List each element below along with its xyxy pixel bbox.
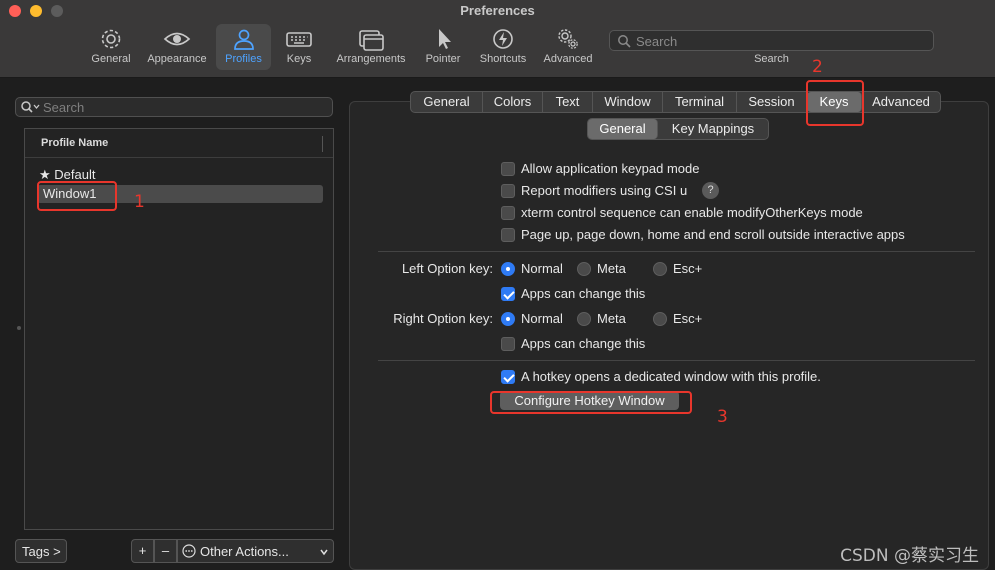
tab-terminal[interactable]: Terminal bbox=[663, 92, 737, 112]
toolbar-appearance[interactable]: Appearance bbox=[143, 24, 211, 70]
cursor-icon bbox=[421, 26, 465, 52]
left-option-esc-radio[interactable] bbox=[653, 262, 667, 276]
keyboard-icon bbox=[280, 26, 318, 52]
annotation-box-2 bbox=[806, 80, 864, 126]
other-actions-label: Other Actions... bbox=[200, 544, 289, 559]
toolbar-keys[interactable]: Keys bbox=[280, 24, 318, 70]
separator bbox=[378, 251, 975, 252]
add-profile-button[interactable]: + bbox=[131, 539, 154, 563]
profile-name-column: Profile Name bbox=[41, 137, 109, 149]
annotation-number-1: 1 bbox=[134, 192, 145, 212]
profile-list-header[interactable]: Profile Name bbox=[25, 129, 333, 158]
right-option-meta-label: Meta bbox=[597, 311, 626, 326]
left-option-normal-radio[interactable] bbox=[501, 262, 515, 276]
left-option-key-label: Left Option key: bbox=[401, 261, 493, 276]
ellipsis-circle-icon bbox=[182, 544, 196, 561]
toolbar-pointer-label: Pointer bbox=[425, 53, 461, 65]
right-option-normal-radio[interactable] bbox=[501, 312, 515, 326]
split-handle[interactable] bbox=[17, 326, 21, 330]
other-actions-popup[interactable]: Other Actions... bbox=[177, 539, 334, 563]
tab-advanced[interactable]: Advanced bbox=[862, 92, 940, 112]
remove-profile-button[interactable]: – bbox=[154, 539, 177, 563]
toolbar-general-label: General bbox=[91, 53, 131, 65]
separator bbox=[378, 360, 975, 361]
toolbar-arrangements-label: Arrangements bbox=[336, 53, 406, 65]
toolbar-arrangements[interactable]: Arrangements bbox=[332, 24, 410, 70]
annotation-number-2: 2 bbox=[812, 57, 823, 77]
search-icon bbox=[20, 100, 40, 117]
right-option-meta-radio[interactable] bbox=[577, 312, 591, 326]
toolbar-advanced-label: Advanced bbox=[543, 53, 593, 65]
keys-subtabs: General Key Mappings bbox=[587, 118, 769, 140]
toolbar-profiles[interactable]: Profiles bbox=[216, 24, 271, 70]
help-icon[interactable]: ? bbox=[702, 182, 719, 199]
toolbar-appearance-label: Appearance bbox=[147, 53, 207, 65]
toolbar-search-field[interactable]: Search bbox=[609, 30, 934, 51]
toolbar-general[interactable]: General bbox=[88, 24, 134, 70]
toolbar-pointer[interactable]: Pointer bbox=[421, 24, 465, 70]
tags-button[interactable]: Tags > bbox=[15, 539, 67, 563]
keypad-mode-checkbox[interactable] bbox=[501, 162, 515, 176]
chevron-down-icon bbox=[319, 545, 329, 560]
profile-search-field[interactable]: Search bbox=[15, 97, 333, 117]
toolbar-advanced[interactable]: Advanced bbox=[540, 24, 596, 70]
gear-icon bbox=[88, 26, 134, 52]
subtab-general[interactable]: General bbox=[588, 119, 658, 139]
left-apps-change-label: Apps can change this bbox=[521, 286, 646, 301]
gears-icon bbox=[540, 26, 596, 52]
right-option-esc-label: Esc+ bbox=[673, 311, 703, 326]
annotation-number-3: 3 bbox=[717, 407, 728, 427]
right-option-key-label: Right Option key: bbox=[393, 311, 493, 326]
profile-search-placeholder: Search bbox=[43, 100, 85, 115]
tab-colors[interactable]: Colors bbox=[483, 92, 543, 112]
star-icon: ★ bbox=[39, 167, 51, 182]
left-option-normal-label: Normal bbox=[521, 261, 563, 276]
profile-name: Default bbox=[54, 167, 96, 182]
toolbar-search-caption: Search bbox=[754, 53, 789, 65]
left-apps-change-checkbox[interactable] bbox=[501, 287, 515, 301]
csi-u-checkbox[interactable] bbox=[501, 184, 515, 198]
tab-general[interactable]: General bbox=[411, 92, 483, 112]
eye-icon bbox=[143, 26, 211, 52]
modify-other-keys-checkbox[interactable] bbox=[501, 206, 515, 220]
hotkey-window-label: A hotkey opens a dedicated window with t… bbox=[521, 369, 821, 384]
toolbar-shortcuts[interactable]: Shortcuts bbox=[475, 24, 531, 70]
window-title: Preferences bbox=[460, 3, 535, 18]
hotkey-window-checkbox[interactable] bbox=[501, 370, 515, 384]
watermark: CSDN @蔡实习生 bbox=[840, 546, 979, 566]
person-icon bbox=[216, 26, 271, 52]
left-option-meta-radio[interactable] bbox=[577, 262, 591, 276]
keypad-mode-label: Allow application keypad mode bbox=[521, 161, 700, 176]
toolbar-shortcuts-label: Shortcuts bbox=[479, 53, 527, 65]
search-icon bbox=[617, 34, 631, 51]
modify-other-keys-label: xterm control sequence can enable modify… bbox=[521, 205, 863, 220]
annotation-box-3 bbox=[490, 391, 692, 414]
windows-icon bbox=[332, 26, 410, 52]
toolbar-keys-label: Keys bbox=[286, 53, 312, 65]
csi-u-label: Report modifiers using CSI u bbox=[521, 183, 688, 198]
toolbar-profiles-label: Profiles bbox=[225, 53, 262, 65]
tab-text[interactable]: Text bbox=[543, 92, 593, 112]
page-scroll-label: Page up, page down, home and end scroll … bbox=[521, 227, 905, 242]
annotation-box-1 bbox=[37, 181, 117, 211]
tab-window[interactable]: Window bbox=[593, 92, 663, 112]
right-apps-change-checkbox[interactable] bbox=[501, 337, 515, 351]
right-apps-change-label: Apps can change this bbox=[521, 336, 646, 351]
right-option-normal-label: Normal bbox=[521, 311, 563, 326]
left-option-meta-label: Meta bbox=[597, 261, 626, 276]
subtab-key-mappings[interactable]: Key Mappings bbox=[658, 119, 768, 139]
bolt-icon bbox=[475, 26, 531, 52]
column-divider bbox=[322, 136, 323, 152]
left-option-esc-label: Esc+ bbox=[673, 261, 703, 276]
right-option-esc-radio[interactable] bbox=[653, 312, 667, 326]
page-scroll-checkbox[interactable] bbox=[501, 228, 515, 242]
tab-session[interactable]: Session bbox=[737, 92, 807, 112]
toolbar: Preferences General Appearance Profiles … bbox=[0, 0, 995, 78]
toolbar-search-placeholder: Search bbox=[636, 34, 678, 49]
